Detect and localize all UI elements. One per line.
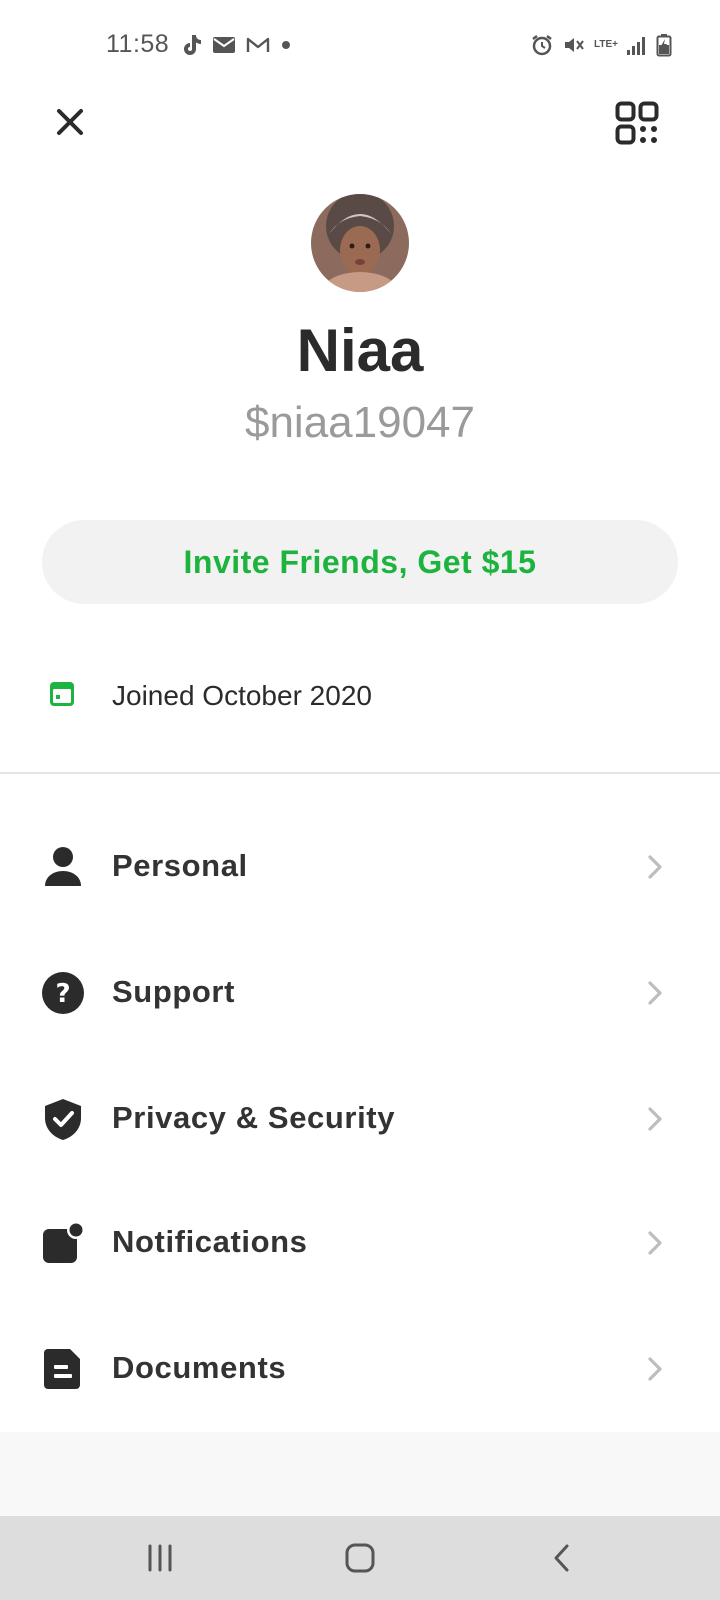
mute-icon (562, 33, 586, 57)
status-left-icons (180, 30, 292, 60)
qr-code-icon (615, 101, 659, 145)
document-icon (40, 1346, 86, 1392)
close-icon (57, 109, 83, 135)
status-right-icons: LTE+ (530, 30, 672, 60)
gmail-icon (246, 35, 270, 55)
notification-icon (40, 1220, 86, 1266)
dot-icon (280, 39, 292, 51)
system-nav-bar (0, 1516, 720, 1600)
avatar[interactable] (311, 194, 409, 292)
menu-item-documents[interactable]: Documents (0, 1318, 720, 1418)
chevron-right-icon (648, 1357, 662, 1381)
signal-icon (626, 34, 648, 56)
invite-friends-button[interactable]: Invite Friends, Get $15 (42, 520, 678, 604)
menu-label-privacy-security: Privacy & Security (112, 1100, 396, 1135)
person-icon (40, 844, 86, 890)
close-button[interactable] (46, 98, 94, 146)
menu-item-notifications[interactable]: Notifications (0, 1192, 720, 1292)
tiktok-icon (180, 33, 202, 57)
joined-row: Joined October 2020 (0, 666, 720, 726)
menu-item-personal[interactable]: Personal (0, 816, 720, 916)
back-button[interactable] (532, 1536, 592, 1580)
chevron-right-icon (648, 1231, 662, 1255)
profile-name: Niaa (296, 317, 424, 384)
chevron-right-icon (648, 855, 662, 879)
bottom-spacer (0, 1432, 720, 1516)
profile-handle: $niaa19047 (244, 398, 475, 447)
chevron-right-icon (648, 981, 662, 1005)
menu-label-personal: Personal (112, 848, 248, 883)
invite-friends-label: Invite Friends, Get $15 (183, 543, 537, 580)
menu-item-support[interactable]: ? Support (0, 942, 720, 1042)
lte-icon: LTE+ (594, 40, 618, 50)
network-label: LTE+ (594, 39, 618, 50)
menu-label-notifications: Notifications (112, 1224, 308, 1259)
menu-label-documents: Documents (112, 1350, 287, 1385)
divider (0, 772, 720, 774)
home-icon (345, 1543, 375, 1573)
status-time: 11:58 (106, 30, 170, 58)
shield-check-icon (40, 1096, 86, 1142)
menu-label-support: Support (112, 974, 236, 1009)
home-button[interactable] (330, 1536, 390, 1580)
email-icon (212, 35, 236, 55)
svg-text:?: ? (55, 979, 70, 1009)
chevron-right-icon (648, 1107, 662, 1131)
back-icon (554, 1544, 569, 1572)
help-icon: ? (40, 970, 86, 1016)
recents-button[interactable] (130, 1536, 190, 1580)
status-bar: 11:58 LTE+ (0, 0, 720, 90)
menu-item-privacy-security[interactable]: Privacy & Security (0, 1068, 720, 1168)
calendar-icon (50, 682, 74, 706)
alarm-icon (530, 33, 554, 57)
profile-screen: 11:58 LTE+ Niaa $niaa19047 Invite Friend… (0, 0, 720, 1600)
battery-icon (656, 33, 672, 57)
qr-code-button[interactable] (612, 98, 662, 148)
joined-label: Joined October 2020 (112, 680, 372, 711)
recents-icon (148, 1544, 172, 1572)
